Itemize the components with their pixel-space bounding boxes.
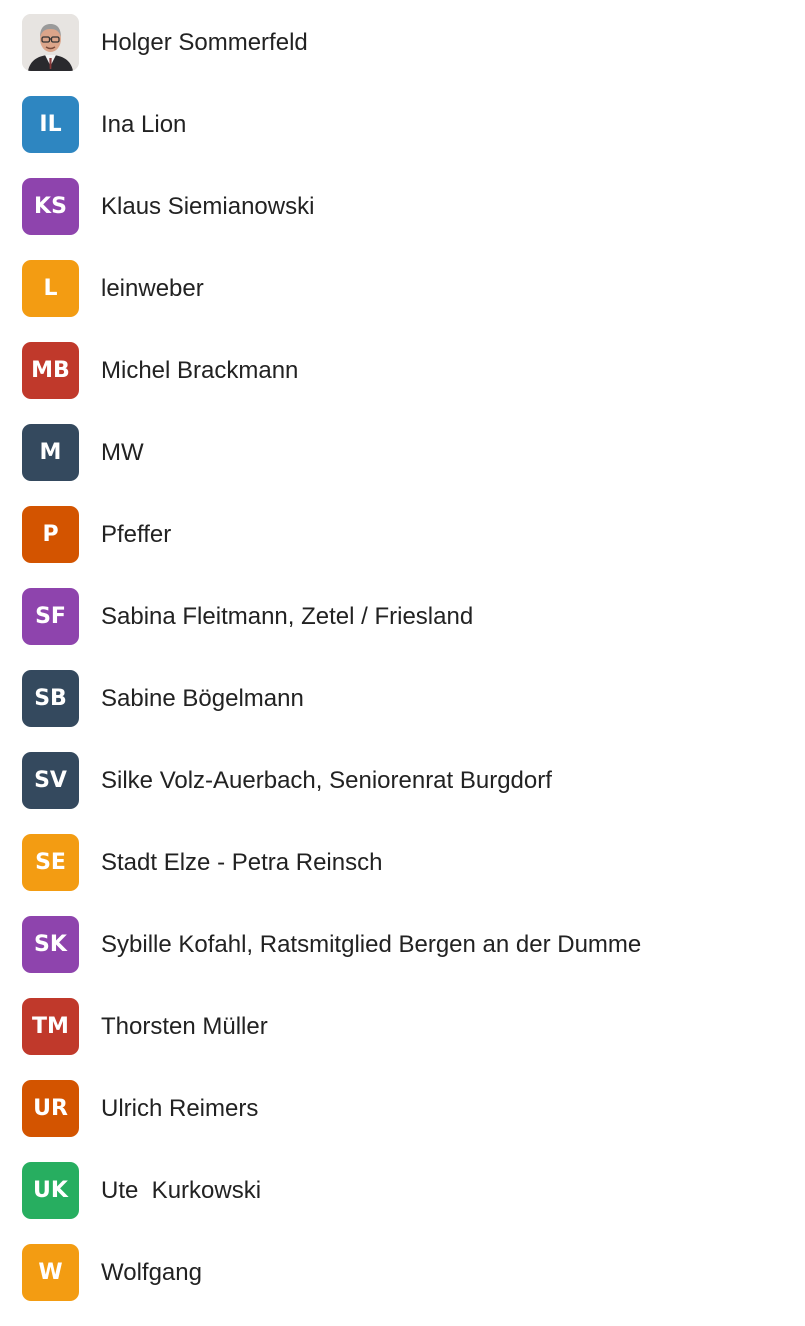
avatar[interactable]: IL bbox=[22, 96, 79, 153]
member-name: Sybille Kofahl, Ratsmitglied Bergen an d… bbox=[101, 931, 642, 958]
member-name: Stadt Elze - Petra Reinsch bbox=[101, 849, 383, 876]
member-row[interactable]: UR Ulrich Reimers bbox=[0, 1080, 805, 1162]
avatar[interactable]: MB bbox=[22, 342, 79, 399]
avatar[interactable]: W bbox=[22, 1244, 79, 1301]
member-row[interactable]: Holger Sommerfeld bbox=[0, 14, 805, 96]
member-row[interactable]: UK Ute Kurkowski bbox=[0, 1162, 805, 1244]
avatar-initials: SB bbox=[34, 686, 67, 711]
member-name: Michel Brackmann bbox=[101, 357, 299, 384]
member-row[interactable]: P Pfeffer bbox=[0, 506, 805, 588]
member-row[interactable]: L leinweber bbox=[0, 260, 805, 342]
avatar-initials: L bbox=[43, 276, 58, 301]
avatar-initials: SE bbox=[35, 850, 66, 875]
avatar[interactable]: SK bbox=[22, 916, 79, 973]
avatar[interactable]: P bbox=[22, 506, 79, 563]
avatar-photo bbox=[22, 14, 79, 71]
avatar-initials: UR bbox=[33, 1096, 68, 1121]
member-name: Holger Sommerfeld bbox=[101, 29, 308, 56]
avatar[interactable]: SE bbox=[22, 834, 79, 891]
member-name: MW bbox=[101, 439, 144, 466]
avatar-initials: SV bbox=[34, 768, 67, 793]
avatar[interactable]: M bbox=[22, 424, 79, 481]
member-name: Sabine Bögelmann bbox=[101, 685, 304, 712]
member-row[interactable]: SK Sybille Kofahl, Ratsmitglied Bergen a… bbox=[0, 916, 805, 998]
member-name: Sabina Fleitmann, Zetel / Friesland bbox=[101, 603, 474, 630]
avatar-initials: SF bbox=[35, 604, 66, 629]
avatar-initials: UK bbox=[33, 1178, 68, 1203]
member-row[interactable]: SB Sabine Bögelmann bbox=[0, 670, 805, 752]
member-row[interactable]: KS Klaus Siemianowski bbox=[0, 178, 805, 260]
member-row[interactable]: IL Ina Lion bbox=[0, 96, 805, 178]
avatar-initials: IL bbox=[39, 112, 62, 137]
avatar[interactable]: SB bbox=[22, 670, 79, 727]
member-row[interactable]: SV Silke Volz-Auerbach, Seniorenrat Burg… bbox=[0, 752, 805, 834]
member-row[interactable]: MB Michel Brackmann bbox=[0, 342, 805, 424]
member-name: Wolfgang bbox=[101, 1259, 202, 1286]
member-list: Holger Sommerfeld IL Ina Lion KS Klaus S… bbox=[0, 0, 805, 1311]
member-name: Ulrich Reimers bbox=[101, 1095, 259, 1122]
avatar[interactable]: KS bbox=[22, 178, 79, 235]
member-row[interactable]: SF Sabina Fleitmann, Zetel / Friesland bbox=[0, 588, 805, 670]
avatar-initials: TM bbox=[32, 1014, 69, 1039]
avatar[interactable]: L bbox=[22, 260, 79, 317]
member-name: Pfeffer bbox=[101, 521, 172, 548]
member-row[interactable]: SE Stadt Elze - Petra Reinsch bbox=[0, 834, 805, 916]
avatar-initials: P bbox=[42, 522, 59, 547]
avatar[interactable]: UK bbox=[22, 1162, 79, 1219]
member-row[interactable]: M MW bbox=[0, 424, 805, 506]
avatar[interactable] bbox=[22, 14, 79, 71]
member-name: Silke Volz-Auerbach, Seniorenrat Burgdor… bbox=[101, 767, 552, 794]
avatar[interactable]: UR bbox=[22, 1080, 79, 1137]
member-row[interactable]: W Wolfgang bbox=[0, 1244, 805, 1326]
avatar-initials: KS bbox=[34, 194, 67, 219]
avatar[interactable]: SV bbox=[22, 752, 79, 809]
member-row[interactable]: TM Thorsten Müller bbox=[0, 998, 805, 1080]
member-name: Ute Kurkowski bbox=[101, 1177, 262, 1204]
member-name: leinweber bbox=[101, 275, 204, 302]
avatar-initials: W bbox=[38, 1260, 63, 1285]
avatar-initials: SK bbox=[34, 932, 67, 957]
member-name: Ina Lion bbox=[101, 111, 187, 138]
avatar-initials: M bbox=[39, 440, 62, 465]
avatar[interactable]: SF bbox=[22, 588, 79, 645]
member-name: Thorsten Müller bbox=[101, 1013, 268, 1040]
member-name: Klaus Siemianowski bbox=[101, 193, 315, 220]
avatar-initials: MB bbox=[31, 358, 70, 383]
avatar[interactable]: TM bbox=[22, 998, 79, 1055]
